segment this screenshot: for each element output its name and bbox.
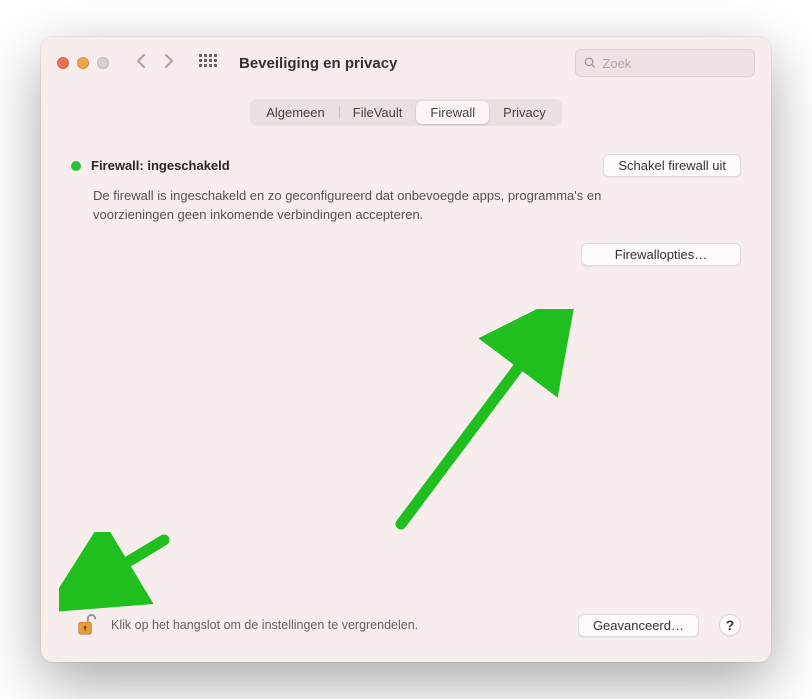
help-button[interactable]: ? (719, 614, 741, 636)
tab-privacy[interactable]: Privacy (489, 101, 560, 124)
firewall-status-row: Firewall: ingeschakeld Schakel firewall … (71, 154, 741, 177)
lock-description: Klik op het hangslot om de instellingen … (111, 618, 568, 632)
titlebar: Beveiliging en privacy (41, 37, 771, 89)
window-controls (57, 57, 109, 69)
search-input[interactable] (602, 56, 746, 71)
advanced-button[interactable]: Geavanceerd… (578, 614, 699, 637)
lock-button[interactable] (71, 610, 101, 640)
search-icon (584, 56, 596, 70)
lock-open-icon (75, 612, 97, 638)
status-dot-icon (71, 161, 81, 171)
show-all-icon[interactable] (199, 54, 217, 72)
window-title: Beveiliging en privacy (239, 55, 397, 72)
disable-firewall-button[interactable]: Schakel firewall uit (603, 154, 741, 177)
search-field[interactable] (575, 49, 755, 77)
firewall-status: Firewall: ingeschakeld (71, 158, 230, 173)
tab-firewall[interactable]: Firewall (416, 101, 489, 124)
minimize-window-button[interactable] (77, 57, 89, 69)
tab-filevault[interactable]: FileVault (339, 101, 417, 124)
nav-controls (135, 53, 175, 74)
preferences-window: Beveiliging en privacy Algemeen FileVaul… (41, 37, 771, 662)
firewall-options-button[interactable]: Firewallopties… (581, 243, 741, 266)
zoom-window-button[interactable] (97, 57, 109, 69)
forward-button[interactable] (163, 53, 175, 74)
close-window-button[interactable] (57, 57, 69, 69)
firewall-status-label: Firewall: ingeschakeld (91, 158, 230, 173)
annotation-arrow-icon (381, 309, 601, 539)
content-area: Algemeen FileVault Firewall Privacy Fire… (41, 89, 771, 662)
tab-bar: Algemeen FileVault Firewall Privacy (250, 99, 562, 126)
footer: Klik op het hangslot om de instellingen … (65, 596, 747, 662)
firewall-description: De firewall is ingeschakeld en zo geconf… (93, 187, 653, 225)
tab-general[interactable]: Algemeen (252, 101, 339, 124)
back-button[interactable] (135, 53, 147, 74)
